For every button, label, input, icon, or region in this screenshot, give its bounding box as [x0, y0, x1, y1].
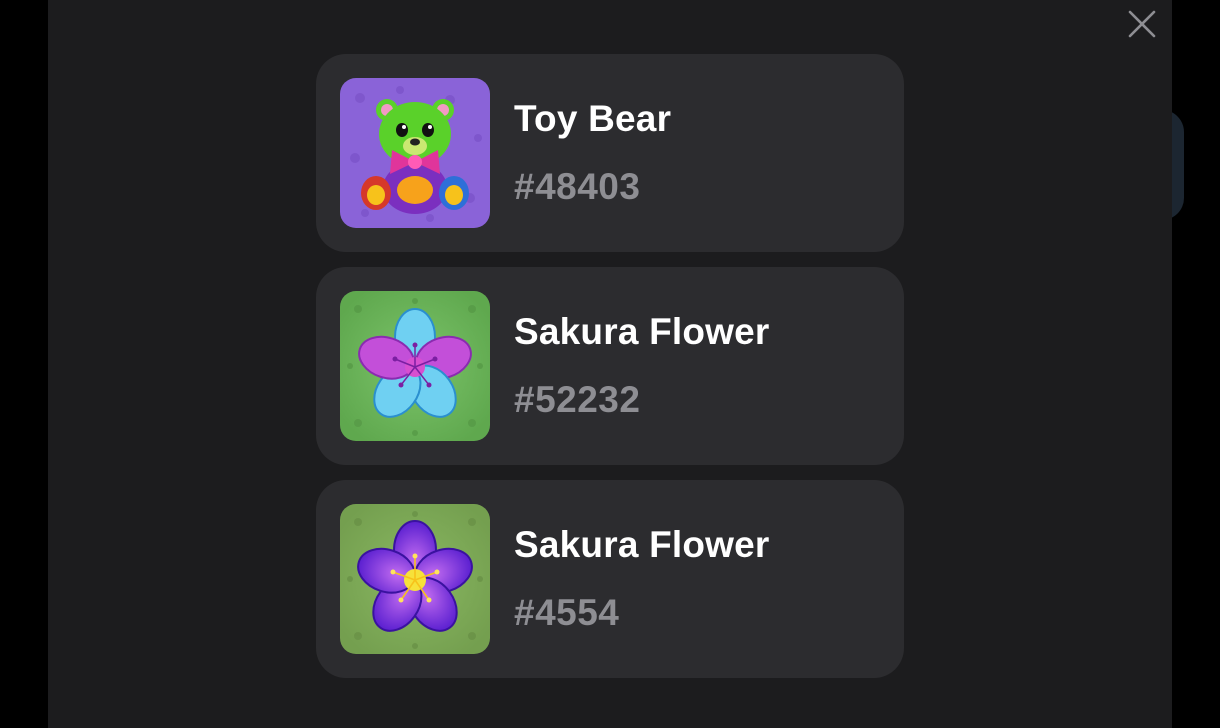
gift-name: Toy Bear [514, 98, 672, 139]
sakura-flower-icon [340, 504, 490, 654]
gift-number: #4554 [514, 592, 620, 633]
gift-card[interactable]: Toy Bear #48403 [316, 54, 904, 252]
gift-card[interactable]: Sakura Flower #52232 [316, 267, 904, 465]
gift-number: #48403 [514, 166, 641, 207]
close-icon [1128, 10, 1156, 38]
gift-number: #52232 [514, 379, 641, 420]
gift-thumbnail [340, 291, 490, 441]
toy-bear-icon [340, 78, 490, 228]
gift-list: Toy Bear #48403 Sakura Flower #52232 Sak… [316, 54, 904, 693]
gift-thumbnail [340, 78, 490, 228]
gift-card[interactable]: Sakura Flower #4554 [316, 480, 904, 678]
gift-thumbnail [340, 504, 490, 654]
gift-name: Sakura Flower [514, 524, 770, 565]
close-button[interactable] [1126, 8, 1158, 40]
sakura-flower-icon [340, 291, 490, 441]
gift-name: Sakura Flower [514, 311, 770, 352]
